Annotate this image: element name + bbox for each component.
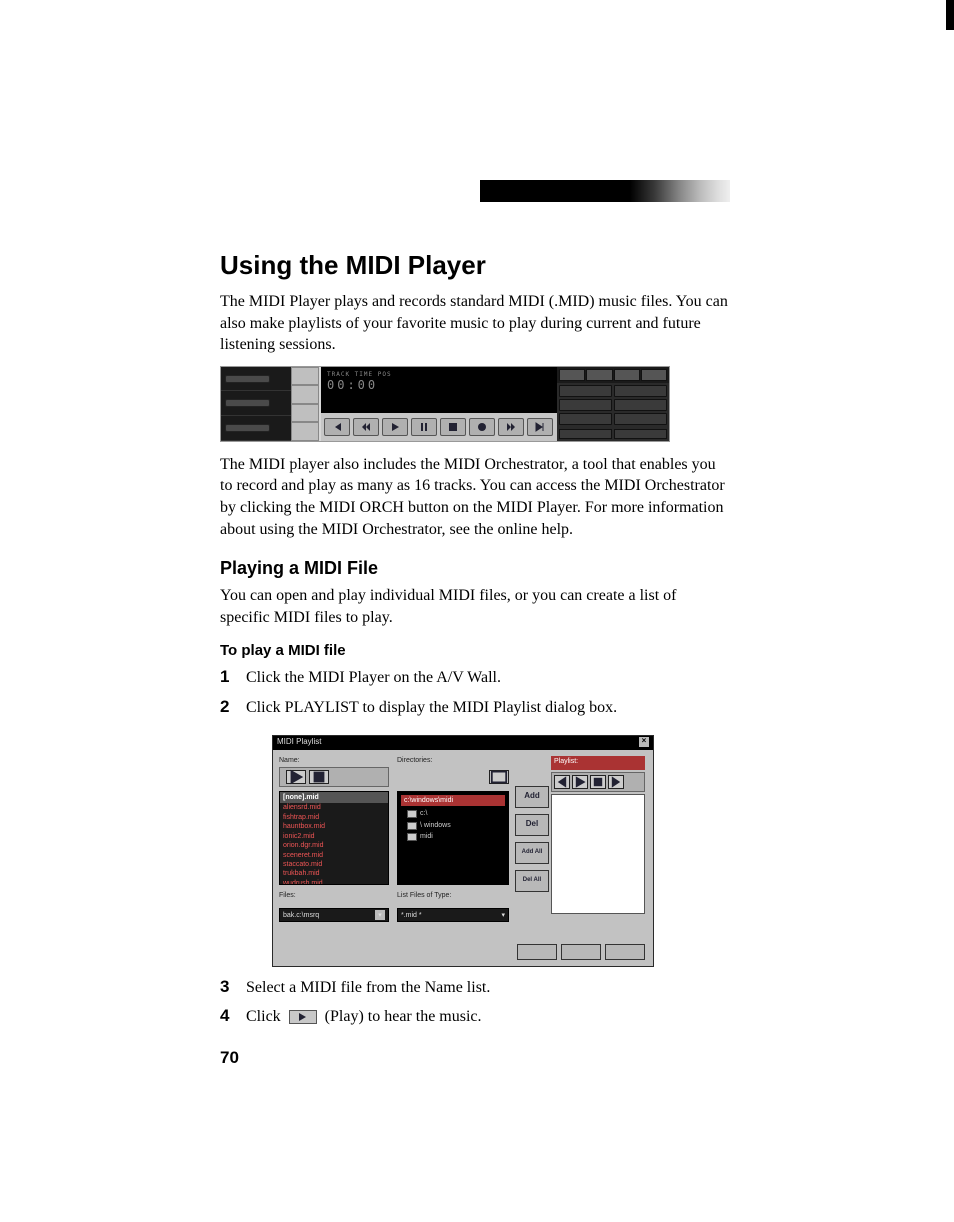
name-label: Name: [279,756,389,765]
play-button[interactable] [286,770,306,784]
tree-item[interactable]: midi [401,831,505,842]
rack-option-button[interactable] [559,399,612,411]
dialog-button[interactable] [561,944,601,960]
step-text: Click (Play) to hear the music. [246,1006,730,1028]
stop-button[interactable] [440,418,466,436]
step-number: 3 [220,977,246,997]
files-value: bak.c:\msrq [283,911,319,920]
list-item[interactable]: sceneret.mid [280,851,388,860]
intro-paragraph: The MIDI Player plays and records standa… [220,291,730,356]
stop-button[interactable] [590,775,606,789]
dialog-button[interactable] [517,944,557,960]
list-item[interactable]: aliensrd.mid [280,803,388,812]
fast-forward-button[interactable] [498,418,524,436]
playlist-listbox[interactable] [551,794,645,914]
tree-header: c:\windows\midi [401,795,505,806]
step-number: 1 [220,667,246,687]
list-item[interactable]: staccato.mid [280,860,388,869]
list-item[interactable]: wudrush.mid [280,879,388,885]
type-value: *.mid * [401,911,422,920]
tree-item[interactable]: c:\ [401,808,505,819]
list-header: [none].mid [280,792,388,803]
page-edge-mark [946,0,954,30]
procedure-steps: 1 Click the MIDI Player on the A/V Wall.… [220,667,730,1027]
next-button[interactable] [608,775,624,789]
rack-option-button[interactable] [614,385,667,397]
browse-button[interactable] [489,770,509,784]
rack-button[interactable] [225,375,270,383]
play-button[interactable] [572,775,588,789]
player-lcd: TRACK TIME POS 00:00 [321,367,557,413]
pause-button[interactable] [411,418,437,436]
stop-button[interactable] [309,770,329,784]
directory-tree[interactable]: c:\windows\midi c:\ \ windows midi [397,791,509,885]
player-transport [321,413,557,441]
play-icon [289,1010,317,1024]
rack-option-button[interactable] [559,385,612,397]
rewind-button[interactable] [353,418,379,436]
section-paragraph: You can open and play individual MIDI fi… [220,585,730,628]
folder-icon [407,833,417,841]
files-dropdown[interactable]: bak.c:\msrq ▾ [279,908,389,922]
prev-track-button[interactable] [324,418,350,436]
midi-playlist-dialog-figure: MIDI Playlist × Name: [272,735,654,967]
section-heading: Playing a MIDI File [220,558,730,579]
rack-button[interactable] [225,399,270,407]
dialog-title: MIDI Playlist [277,737,321,749]
play-button[interactable] [382,418,408,436]
list-item[interactable]: fishtrap.mid [280,813,388,822]
close-icon[interactable]: × [639,737,649,747]
dialog-button[interactable] [605,944,645,960]
dialog-titlebar: MIDI Playlist × [273,736,653,750]
orchestrator-paragraph: The MIDI player also includes the MIDI O… [220,454,730,540]
player-meter-strip [291,367,319,441]
rack-button[interactable] [225,424,270,432]
list-item[interactable]: orion.dgr.mid [280,841,388,850]
list-item[interactable]: ionic2.mid [280,832,388,841]
name-listbox[interactable]: [none].mid aliensrd.mid fishtrap.mid hau… [279,791,389,885]
lcd-time: 00:00 [327,378,551,392]
folder-icon [407,822,417,830]
dir-label: Directories: [397,756,509,765]
step-number: 4 [220,1006,246,1026]
mini-transport [279,767,389,787]
page-title: Using the MIDI Player [220,250,730,281]
lcd-labels: TRACK TIME POS [327,371,551,378]
procedure-heading: To play a MIDI file [220,642,730,659]
add-button[interactable]: Add [515,786,549,808]
midi-player-figure: TRACK TIME POS 00:00 [220,366,670,442]
step-text: Click PLAYLIST to display the MIDI Playl… [246,697,730,719]
prev-button[interactable] [554,775,570,789]
file-type-dropdown[interactable]: *.mid * ▾ [397,908,509,922]
delete-all-button[interactable]: Del All [515,870,549,892]
rack-option-button[interactable] [614,399,667,411]
rack-option-button[interactable] [559,413,612,425]
list-item[interactable]: trukbah.mid [280,869,388,878]
add-all-button[interactable]: Add All [515,842,549,864]
step-number: 2 [220,697,246,717]
type-label: List Files of Type: [397,891,509,900]
next-track-button[interactable] [527,418,553,436]
player-right-rack [557,367,669,441]
chevron-down-icon: ▾ [375,910,385,920]
tree-item[interactable]: \ windows [401,820,505,831]
record-button[interactable] [469,418,495,436]
step-text: Click the MIDI Player on the A/V Wall. [246,667,730,689]
files-label: Files: [279,891,389,900]
list-item[interactable]: hauntbox.mid [280,822,388,831]
rack-option-button[interactable] [614,413,667,425]
playlist-transport [551,772,645,792]
drive-icon [407,810,417,818]
chevron-down-icon: ▾ [501,911,505,920]
step-text: Select a MIDI file from the Name list. [246,977,730,999]
chapter-tab [480,180,730,202]
playlist-label: Playlist: [551,756,645,770]
delete-button[interactable]: Del [515,814,549,836]
page-number: 70 [220,1048,730,1068]
